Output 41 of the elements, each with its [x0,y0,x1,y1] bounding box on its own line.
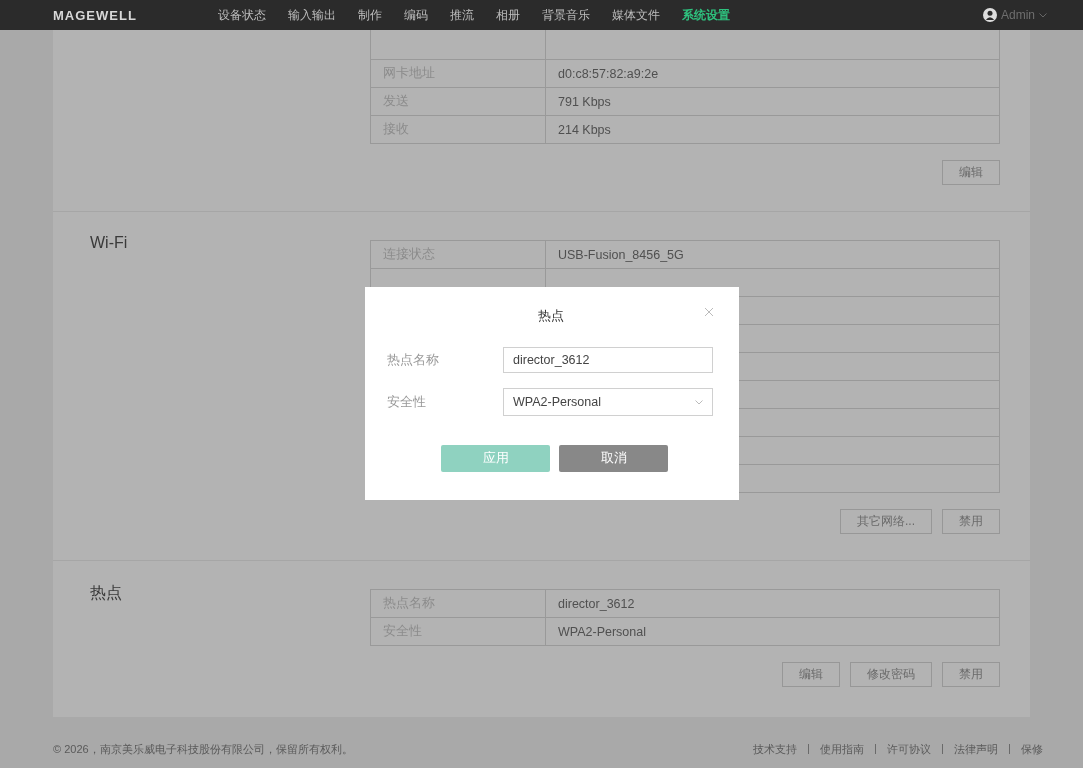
footer-link[interactable]: 技术支持 [753,741,797,757]
footer-link[interactable]: 许可协议 [887,741,931,757]
action-button[interactable]: 编辑 [782,662,840,687]
action-button[interactable]: 禁用 [942,509,1000,534]
dialog-title: 热点 [537,307,564,325]
row-value: d0:c8:57:82:a9:2e [558,66,659,81]
footer-link[interactable]: 使用指南 [820,741,864,757]
caret-icon[interactable] [1039,12,1047,18]
row-value: director_3612 [558,596,635,611]
select-field[interactable]: WPA2-Personal [503,388,713,416]
action-button[interactable]: 编辑 [942,160,1000,185]
nav-tab[interactable]: 相册 [496,6,520,24]
logo: MAGEWELL [53,7,138,23]
action-button[interactable]: 禁用 [942,662,1000,687]
caret-icon[interactable] [695,399,703,405]
nav-tab[interactable]: 设备状态 [218,6,266,24]
section-title: 热点 [90,584,122,601]
nav-tab[interactable]: 媒体文件 [612,6,660,24]
section-title: Wi-Fi [90,234,128,251]
row-value: WPA2-Personal [558,624,646,639]
nav-tab[interactable]: 制作 [358,6,382,24]
footer-link[interactable]: 保修 [1021,741,1043,757]
nav-tab[interactable]: 输入输出 [288,6,336,24]
nav-tab[interactable]: 编码 [404,6,428,24]
input-field[interactable]: director_3612 [503,347,713,373]
nav-tab[interactable]: 推流 [450,6,474,24]
user-name[interactable]: Admin [1001,8,1035,22]
field-label: 安全性 [387,393,427,411]
row-value: 214 Kbps [558,122,611,137]
nav-tab[interactable]: 背景音乐 [542,6,590,24]
action-button[interactable]: 其它网络... [840,509,932,534]
user-avatar-icon[interactable] [983,8,997,22]
footer-link[interactable]: 法律声明 [954,741,998,757]
action-button[interactable]: 修改密码 [850,662,932,687]
dialog-button[interactable]: 取消 [559,445,668,472]
nav-tab[interactable]: 系统设置 [682,6,730,24]
row-value: USB-Fusion_8456_5G [558,247,684,262]
close-icon[interactable] [704,307,714,317]
copyright-text: © 2026，南京美乐威电子科技股份有限公司，保留所有权利。 [53,741,353,757]
field-label: 热点名称 [387,351,440,369]
row-value: 791 Kbps [558,94,611,109]
